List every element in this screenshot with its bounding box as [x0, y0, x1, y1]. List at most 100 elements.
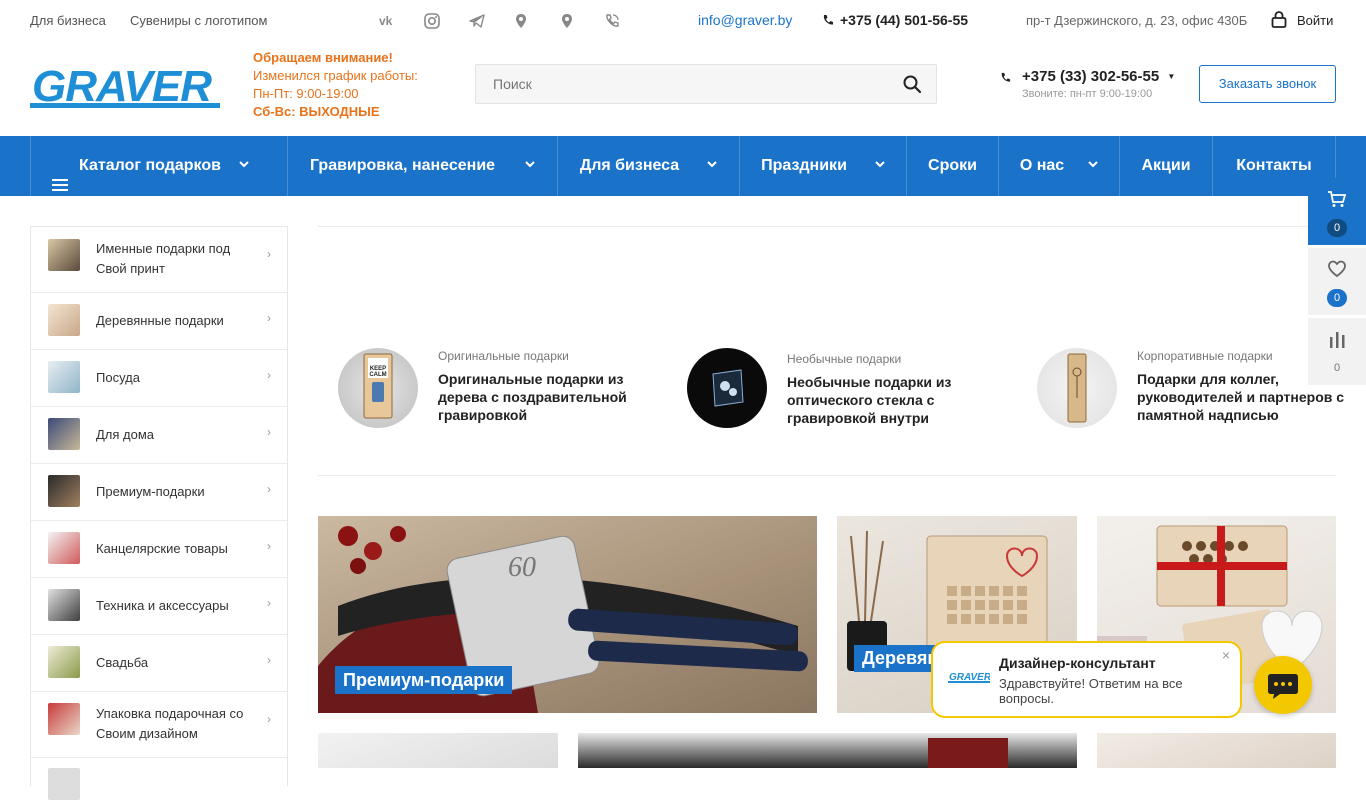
feature-image — [1037, 348, 1117, 428]
instagram-icon[interactable] — [423, 12, 441, 30]
chevron-down-icon — [1088, 136, 1098, 196]
sidebar-item-wedding[interactable]: Свадьба › — [31, 635, 287, 692]
link-souvenirs[interactable]: Сувениры с логотипом — [130, 13, 267, 28]
feature-category: Корпоративные подарки — [1137, 349, 1273, 363]
category-thumbnail — [48, 768, 80, 800]
sidebar-item-home[interactable]: Для дома › — [31, 407, 287, 464]
chevron-right-icon: › — [267, 425, 271, 439]
nav-engraving[interactable]: Гравировка, нанесение — [288, 136, 558, 196]
notice-weekend: Сб-Вс: ВЫХОДНЫЕ — [253, 104, 380, 119]
search-icon[interactable] — [902, 74, 922, 94]
chevron-right-icon: › — [267, 368, 271, 382]
nav-holidays-label: Праздники — [761, 157, 847, 175]
schedule-notice: Обращаем внимание! Изменился график рабо… — [253, 49, 418, 121]
chat-logo: GRAVER — [948, 670, 992, 684]
chevron-right-icon: › — [267, 653, 271, 667]
sidebar-item-wooden[interactable]: Деревянные подарки › — [31, 293, 287, 350]
map-pin-icon[interactable] — [512, 12, 530, 30]
header-phone[interactable]: +375 (33) 302-56-55 ▼ Звоните: пн-пт 9:0… — [1000, 68, 1175, 100]
location-icon[interactable] — [558, 12, 576, 30]
login-link[interactable]: Войти — [1271, 11, 1333, 28]
logo[interactable]: GRAVER — [30, 55, 220, 113]
sidebar-item-more[interactable] — [31, 758, 287, 800]
sidebar-item-tableware[interactable]: Посуда › — [31, 350, 287, 407]
cart-widget[interactable]: 0 — [1308, 178, 1366, 245]
sidebar-item-stationery[interactable]: Канцелярские товары › — [31, 521, 287, 578]
sidebar-item-tech[interactable]: Техника и аксессуары › — [31, 578, 287, 635]
nav-about[interactable]: О нас — [999, 136, 1120, 196]
nav-engraving-label: Гравировка, нанесение — [309, 157, 496, 175]
chevron-right-icon: › — [267, 311, 271, 325]
chevron-right-icon: › — [267, 482, 271, 496]
sidebar-item-label: Для дома — [96, 427, 155, 442]
catalog-sidebar: Именные подарки под Свой принт › Деревян… — [30, 226, 288, 800]
nav-catalog[interactable]: Каталог подарков — [30, 136, 288, 196]
lock-icon — [1271, 11, 1287, 28]
svg-text:GRAVER: GRAVER — [949, 672, 990, 683]
svg-text:vk: vk — [379, 14, 393, 28]
chevron-right-icon: › — [267, 539, 271, 553]
sidebar-item-label: Деревянные подарки — [96, 313, 224, 328]
top-phone[interactable]: +375 (44) 501-56-55 — [822, 12, 968, 28]
nav-business[interactable]: Для бизнеса — [558, 136, 740, 196]
login-label: Войти — [1297, 13, 1334, 28]
chat-popup[interactable]: GRAVER Дизайнер-консультант Здравствуйте… — [931, 641, 1242, 718]
nav-holidays[interactable]: Праздники — [740, 136, 907, 196]
sidebar-item-premium[interactable]: Премиум-подарки › — [31, 464, 287, 521]
chevron-right-icon: › — [267, 712, 271, 726]
feature-category: Необычные подарки — [787, 352, 902, 366]
nav-business-label: Для бизнеса — [579, 157, 680, 175]
sidebar-item-label: Посуда — [96, 370, 140, 385]
chat-message: Здравствуйте! Ответим на все вопросы. — [999, 676, 1183, 706]
nav-terms-label: Сроки — [928, 157, 977, 174]
chevron-down-icon — [875, 136, 885, 196]
phone-icon — [823, 15, 833, 25]
category-thumbnail — [48, 532, 80, 564]
nav-promo[interactable]: Акции — [1120, 136, 1213, 196]
category-thumbnail — [48, 304, 80, 336]
telegram-icon[interactable] — [468, 12, 486, 30]
chat-button[interactable] — [1254, 656, 1312, 714]
search-input[interactable] — [476, 65, 896, 103]
menu-icon — [52, 158, 68, 218]
compare-icon — [1308, 330, 1366, 353]
banner-premium[interactable]: 60 Премиум-подарки — [318, 516, 817, 713]
address-text: пр-т Дзержинского, д. 23, офис 430Б — [1026, 13, 1248, 28]
compare-widget[interactable]: 0 — [1308, 318, 1366, 385]
feature-title[interactable]: Оригинальные подарки из дерева с поздрав… — [438, 370, 648, 424]
chevron-down-icon — [239, 136, 249, 196]
chat-title: Дизайнер-консультант — [999, 655, 1156, 671]
top-phone-number: +375 (44) 501-56-55 — [840, 12, 969, 28]
caret-down-icon[interactable]: ▼ — [1167, 72, 1175, 81]
chevron-down-icon — [525, 136, 535, 196]
category-thumbnail — [48, 361, 80, 393]
callback-button[interactable]: Заказать звонок — [1199, 65, 1336, 103]
search-box — [475, 64, 937, 104]
chevron-right-icon: › — [267, 247, 271, 261]
header-phone-number: +375 (33) 302-56-55 — [1022, 68, 1160, 85]
viber-icon[interactable] — [603, 12, 621, 30]
category-thumbnail — [48, 239, 80, 271]
vk-icon[interactable]: vk — [378, 12, 396, 30]
notice-line: Изменился график работы: — [253, 68, 418, 83]
main-nav: Каталог подарков Гравировка, нанесение Д… — [0, 136, 1366, 196]
sidebar-item-label: Техника и аксессуары — [96, 598, 229, 613]
sidebar-item-named-gifts[interactable]: Именные подарки под Свой принт › — [31, 227, 287, 293]
banner-calendar[interactable] — [1097, 733, 1336, 768]
svg-text:CALM: CALM — [369, 372, 386, 378]
close-icon[interactable]: × — [1222, 647, 1230, 663]
banner-tech[interactable] — [578, 733, 1077, 768]
svg-text:GRAVER: GRAVER — [32, 62, 212, 111]
wishlist-widget[interactable]: 0 — [1308, 248, 1366, 315]
feature-title[interactable]: Необычные подарки из оптического стекла … — [787, 373, 997, 427]
link-business[interactable]: Для бизнеса — [30, 13, 106, 28]
banner-stationery[interactable] — [318, 733, 558, 768]
nav-terms[interactable]: Сроки — [907, 136, 999, 196]
category-thumbnail — [48, 475, 80, 507]
sidebar-item-packaging[interactable]: Упаковка подарочная со Своим дизайном › — [31, 692, 287, 758]
divider — [318, 475, 1336, 476]
nav-contacts-label: Контакты — [1236, 157, 1312, 174]
chevron-right-icon: › — [267, 596, 271, 610]
notice-weekdays: Пн-Пт: 9:00-19:00 — [253, 86, 359, 101]
email-link[interactable]: info@graver.by — [698, 12, 792, 28]
